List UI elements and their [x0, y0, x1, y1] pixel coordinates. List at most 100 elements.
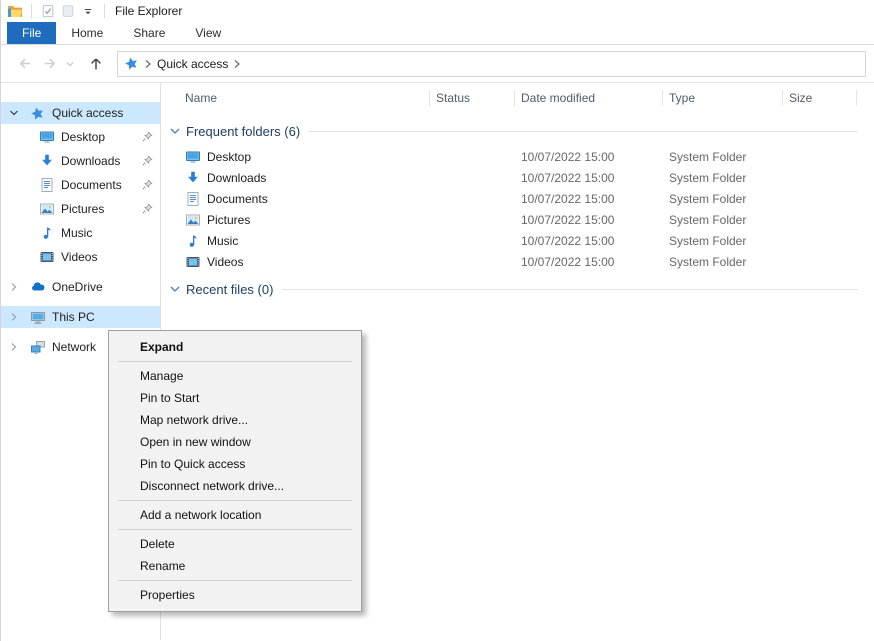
sidebar-item-this-pc[interactable]: This PC	[1, 306, 160, 328]
sidebar-item-videos[interactable]: Videos	[1, 246, 160, 268]
sidebar-item-label: OneDrive	[52, 280, 103, 294]
column-header-size[interactable]: Size	[783, 83, 857, 113]
file-type-cell: System Folder	[663, 171, 783, 185]
file-name-label: Pictures	[207, 213, 250, 227]
sidebar-item-quick-access[interactable]: Quick access	[1, 102, 160, 124]
file-name-cell: Desktop	[161, 149, 430, 165]
file-name-label: Downloads	[207, 171, 266, 185]
breadcrumb-chevron-icon[interactable]	[233, 59, 241, 69]
pictures-icon	[39, 201, 55, 217]
address-bar[interactable]: Quick access	[117, 51, 866, 77]
sidebar-item-label: Quick access	[52, 106, 123, 120]
music-icon	[39, 225, 55, 241]
up-button[interactable]	[83, 51, 109, 77]
menu-item-map-network-drive[interactable]: Map network drive...	[109, 409, 361, 431]
back-button[interactable]	[11, 51, 37, 77]
file-date-modified-cell: 10/07/2022 15:00	[515, 150, 663, 164]
file-type-cell: System Folder	[663, 255, 783, 269]
new-folder-icon[interactable]	[58, 2, 78, 20]
chevron-down-icon	[8, 108, 20, 118]
group-collapse-chevron-icon[interactable]	[169, 283, 181, 295]
column-header-name[interactable]: Name	[161, 83, 430, 113]
menu-item-rename[interactable]: Rename	[109, 555, 361, 577]
sidebar-item-pictures[interactable]: Pictures	[1, 198, 160, 220]
group-title: Recent files (0)	[186, 282, 273, 297]
file-type-cell: System Folder	[663, 192, 783, 206]
sidebar-item-label: Desktop	[61, 130, 105, 144]
sidebar-item-onedrive[interactable]: OneDrive	[1, 276, 160, 298]
recent-locations-dropdown[interactable]	[63, 51, 77, 77]
file-name-cell: Downloads	[161, 170, 430, 186]
file-type-cell: System Folder	[663, 150, 783, 164]
menu-item-open-in-new-window[interactable]: Open in new window	[109, 431, 361, 453]
pin-icon	[141, 154, 154, 167]
column-header-date-modified[interactable]: Date modified	[515, 83, 663, 113]
sidebar-item-label: This PC	[52, 310, 95, 324]
downloads-icon	[39, 153, 55, 169]
tab-share[interactable]: Share	[118, 22, 180, 44]
group-header-recent-files[interactable]: Recent files (0)	[161, 280, 874, 298]
menu-item-pin-to-start[interactable]: Pin to Start	[109, 387, 361, 409]
file-row-music[interactable]: Music 10/07/2022 15:00System Folder	[161, 230, 874, 251]
desktop-icon	[185, 149, 201, 165]
breadcrumb-segment-quick-access[interactable]: Quick access	[157, 57, 228, 71]
file-date-modified-cell: 10/07/2022 15:00	[515, 171, 663, 185]
sidebar-item-music[interactable]: Music	[1, 222, 160, 244]
sidebar-item-label: Pictures	[61, 202, 104, 216]
ribbon-tab-strip: FileHomeShareView	[1, 22, 874, 45]
menu-separator	[118, 580, 352, 581]
file-row-pictures[interactable]: Pictures 10/07/2022 15:00System Folder	[161, 209, 874, 230]
breadcrumb-chevron-icon[interactable]	[144, 59, 152, 69]
tab-home[interactable]: Home	[56, 22, 118, 44]
sidebar-item-label: Music	[61, 226, 92, 240]
file-row-videos[interactable]: Videos10/07/2022 15:00System Folder	[161, 251, 874, 272]
sidebar-item-downloads[interactable]: Downloads	[1, 150, 160, 172]
file-row-downloads[interactable]: Downloads 10/07/2022 15:00System Folder	[161, 167, 874, 188]
file-date-modified-cell: 10/07/2022 15:00	[515, 234, 663, 248]
menu-item-disconnect-network-drive[interactable]: Disconnect network drive...	[109, 475, 361, 497]
group-collapse-chevron-icon[interactable]	[169, 125, 181, 137]
titlebar-separator	[31, 4, 32, 18]
forward-button[interactable]	[37, 51, 63, 77]
pin-icon	[141, 202, 154, 215]
group-header-frequent-folders[interactable]: Frequent folders (6)	[161, 122, 874, 140]
file-date-modified-cell: 10/07/2022 15:00	[515, 213, 663, 227]
sidebar-item-desktop[interactable]: Desktop	[1, 126, 160, 148]
menu-separator	[118, 529, 352, 530]
videos-icon	[185, 254, 201, 270]
chevron-right-icon	[8, 312, 20, 322]
downloads-icon	[185, 170, 201, 186]
sidebar-item-label: Documents	[61, 178, 122, 192]
menu-item-pin-to-quick-access[interactable]: Pin to Quick access	[109, 453, 361, 475]
menu-item-add-a-network-location[interactable]: Add a network location	[109, 504, 361, 526]
column-header-type[interactable]: Type	[663, 83, 783, 113]
customize-qat-dropdown-icon[interactable]	[78, 2, 98, 20]
pin-icon	[141, 178, 154, 191]
menu-item-manage[interactable]: Manage	[109, 365, 361, 387]
music-icon	[185, 233, 201, 249]
sidebar-item-label: Network	[52, 340, 96, 354]
pictures-icon	[185, 212, 201, 228]
menu-item-expand[interactable]: Expand	[109, 336, 361, 358]
file-row-desktop[interactable]: Desktop 10/07/2022 15:00System Folder	[161, 146, 874, 167]
titlebar-separator	[104, 4, 105, 18]
sidebar-item-documents[interactable]: Documents	[1, 174, 160, 196]
properties-icon[interactable]	[38, 2, 58, 20]
desktop-icon	[39, 129, 55, 145]
chevron-right-icon	[8, 282, 20, 292]
file-name-label: Music	[207, 234, 238, 248]
file-row-documents[interactable]: Documents10/07/2022 15:00System Folder	[161, 188, 874, 209]
file-type-cell: System Folder	[663, 234, 783, 248]
menu-item-delete[interactable]: Delete	[109, 533, 361, 555]
menu-separator	[118, 500, 352, 501]
file-name-cell: Pictures	[161, 212, 430, 228]
tab-view[interactable]: View	[180, 22, 236, 44]
file-type-cell: System Folder	[663, 213, 783, 227]
videos-icon	[39, 249, 55, 265]
pin-icon	[141, 130, 154, 143]
column-header-status[interactable]: Status	[430, 83, 515, 113]
menu-item-properties[interactable]: Properties	[109, 584, 361, 606]
group-title: Frequent folders (6)	[186, 124, 300, 139]
tab-file[interactable]: File	[7, 22, 56, 44]
file-name-label: Desktop	[207, 150, 251, 164]
